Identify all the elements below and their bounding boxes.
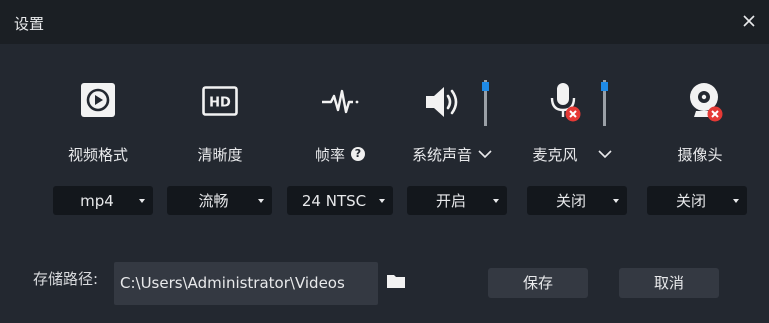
video-format-icon — [81, 83, 115, 117]
hd-icon: HD — [202, 86, 238, 116]
resolution-setting: HD 清晰度 — [170, 78, 270, 166]
system-sound-volume-slider[interactable] — [482, 80, 489, 126]
folder-icon[interactable] — [386, 272, 406, 290]
microphone-setting: 麦克风 — [522, 78, 622, 166]
chevron-down-icon[interactable] — [478, 149, 492, 159]
help-icon[interactable]: ? — [351, 147, 365, 161]
frame-rate-setting: 帧率 ? — [290, 78, 390, 166]
caret-down-icon — [613, 199, 619, 203]
video-format-value: mp4 — [80, 191, 114, 210]
microphone-muted-icon — [550, 83, 581, 122]
resolution-label: 清晰度 — [197, 145, 243, 164]
window-title: 设置 — [14, 15, 45, 33]
save-path-field[interactable]: C:\Users\Administrator\Videos — [114, 262, 378, 305]
waveform-icon — [322, 89, 359, 114]
caret-down-icon — [493, 199, 499, 203]
resolution-select[interactable]: 流畅 — [167, 186, 272, 215]
title-bar: 设置 — [0, 0, 769, 44]
microphone-value: 关闭 — [555, 192, 586, 210]
microphone-volume-slider[interactable] — [601, 80, 608, 126]
camera-setting: 摄像头 — [650, 78, 750, 166]
svg-text:HD: HD — [209, 96, 231, 111]
save-path-label: 存储路径: — [33, 270, 99, 288]
caret-down-icon — [139, 199, 145, 203]
microphone-label: 麦克风 — [532, 145, 578, 164]
close-icon[interactable] — [741, 13, 757, 29]
video-format-select[interactable]: mp4 — [53, 186, 153, 215]
frame-rate-select[interactable]: 24 NTSC — [287, 186, 393, 215]
video-format-label: 视频格式 — [67, 145, 128, 164]
frame-rate-value: 24 NTSC — [301, 191, 367, 210]
system-sound-setting: 系统声音 — [402, 78, 502, 166]
speaker-icon — [426, 87, 458, 117]
cancel-button[interactable]: 取消 — [619, 268, 719, 298]
camera-label: 摄像头 — [677, 145, 723, 164]
slider-handle[interactable] — [601, 81, 608, 91]
caret-down-icon — [258, 199, 264, 203]
caret-down-icon — [379, 199, 385, 203]
system-sound-value: 开启 — [435, 192, 466, 210]
resolution-value: 流畅 — [198, 192, 229, 210]
camera-value: 关闭 — [675, 192, 706, 210]
system-sound-select[interactable]: 开启 — [407, 186, 507, 215]
microphone-select[interactable]: 关闭 — [527, 186, 627, 215]
caret-down-icon — [733, 199, 739, 203]
frame-rate-label: 帧率 — [314, 145, 345, 164]
video-format-setting: 视频格式 — [48, 78, 148, 166]
camera-select[interactable]: 关闭 — [647, 186, 747, 215]
save-button[interactable]: 保存 — [488, 268, 588, 298]
system-sound-label: 系统声音 — [411, 145, 472, 164]
slider-handle[interactable] — [482, 81, 489, 91]
webcam-muted-icon — [690, 83, 723, 122]
chevron-down-icon[interactable] — [597, 149, 612, 159]
